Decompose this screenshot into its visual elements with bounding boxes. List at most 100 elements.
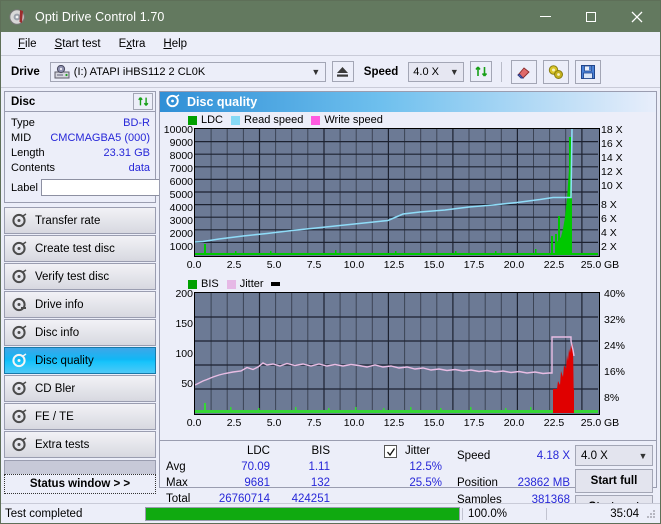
menu-start-test[interactable]: Start test bbox=[46, 36, 110, 52]
erase-button[interactable] bbox=[511, 59, 538, 84]
speed-value: 4.0 X bbox=[413, 65, 439, 78]
legend-label-bis: BIS bbox=[201, 278, 219, 290]
settings-button[interactable] bbox=[543, 59, 570, 84]
status-bar: Test completed 100.0% 35:04 bbox=[1, 503, 660, 523]
sidebar-item-label: CD Bler bbox=[35, 382, 76, 395]
stats-avg-bis: 1.11 bbox=[308, 461, 330, 473]
disc-info-icon bbox=[12, 297, 27, 312]
sidebar-item-verify-test-disc[interactable]: Verify test disc bbox=[4, 263, 156, 290]
stats-panel: LDC BIS Jitter Avg 70.09 1.11 12.5% Max … bbox=[160, 440, 656, 519]
sidebar-item-label: Verify test disc bbox=[35, 270, 110, 283]
menu-file[interactable]: File bbox=[9, 36, 46, 52]
body: Disc Type BD-R MID CMCMAGBA5 (000) Lengt… bbox=[1, 88, 660, 519]
chevron-down-icon[interactable]: ▼ bbox=[634, 451, 652, 461]
bottom-xtick: 12.5 bbox=[383, 417, 405, 429]
menu-extra-label: tra bbox=[132, 37, 146, 50]
top-ytick: 10000 bbox=[163, 124, 193, 136]
nav-list: Transfer rate Create test disc Verify te… bbox=[4, 207, 156, 458]
disc-refresh-button[interactable] bbox=[133, 93, 153, 110]
top-ytick: 2000 bbox=[169, 228, 193, 240]
status-window-button[interactable]: Status window > > bbox=[4, 474, 156, 494]
disc-test-icon bbox=[12, 269, 27, 284]
close-button[interactable] bbox=[614, 1, 660, 32]
test-speed-select[interactable]: 4.0 X ▼ bbox=[575, 445, 653, 466]
minimize-button[interactable] bbox=[522, 1, 568, 32]
sidebar-item-cd-bler[interactable]: CD Bler bbox=[4, 375, 156, 402]
stats-col-ldc: LDC bbox=[246, 445, 270, 457]
top-chart: LDC Read speed Write speed 10000 9000 80… bbox=[160, 112, 656, 278]
bottom-y2tick: 8% bbox=[604, 392, 620, 404]
disc-row-key: Type bbox=[11, 116, 35, 129]
bottom-xtick: 10.0 bbox=[343, 417, 365, 429]
legend-swatch-read-speed bbox=[231, 115, 241, 125]
bottom-y2tick: 16% bbox=[604, 366, 626, 378]
maximize-button[interactable] bbox=[568, 1, 614, 32]
sidebar-item-create-test-disc[interactable]: Create test disc bbox=[4, 235, 156, 262]
legend-swatch-jitter bbox=[226, 279, 236, 289]
legend-marker-extra bbox=[270, 282, 280, 286]
disc-row-value: data bbox=[128, 161, 150, 174]
menu-start-test-label: tart test bbox=[62, 37, 101, 50]
sidebar-item-label: Disc info bbox=[35, 326, 80, 339]
disc-panel: Disc Type BD-R MID CMCMAGBA5 (000) Lengt… bbox=[4, 91, 243, 203]
top-ytick: 7000 bbox=[169, 163, 193, 175]
menu-extra[interactable]: Extra bbox=[110, 36, 155, 52]
disc-row-type: Type BD-R bbox=[11, 115, 150, 130]
disc-row-key: Length bbox=[11, 146, 45, 159]
top-y2tick: 12 X bbox=[601, 166, 623, 178]
menu-help[interactable]: Help bbox=[154, 36, 196, 52]
drive-icon bbox=[54, 64, 70, 79]
drive-label: Drive bbox=[11, 65, 40, 78]
save-button[interactable] bbox=[575, 59, 602, 84]
stats-col-bis: BIS bbox=[311, 445, 330, 457]
sidebar-item-disc-info[interactable]: Disc info bbox=[4, 319, 156, 346]
menu-file-label: ile bbox=[25, 37, 37, 50]
disc-label-row: Label bbox=[11, 177, 243, 198]
sidebar-item-label: Disc quality bbox=[35, 354, 94, 367]
disc-row-key: MID bbox=[11, 131, 32, 144]
start-full-label: Start full bbox=[590, 475, 638, 487]
sidebar-item-drive-info[interactable]: Drive info bbox=[4, 291, 156, 318]
sidebar-item-label: Create test disc bbox=[35, 242, 115, 255]
speed-stat-value: 4.18 X bbox=[536, 450, 570, 462]
sidebar-item-transfer-rate[interactable]: Transfer rate bbox=[4, 207, 156, 234]
refresh-button[interactable] bbox=[470, 61, 493, 82]
disc-row-value: 23.31 GB bbox=[103, 146, 150, 159]
top-y2tick: 4 X bbox=[601, 227, 617, 239]
top-y2tick: 14 X bbox=[601, 152, 623, 164]
sidebar-item-disc-quality[interactable]: Disc quality bbox=[4, 347, 156, 374]
eject-button[interactable] bbox=[331, 61, 354, 82]
legend-swatch-ldc bbox=[188, 115, 197, 125]
top-chart-plot bbox=[194, 128, 600, 257]
top-ytick: 8000 bbox=[169, 150, 193, 162]
status-message: Test completed bbox=[5, 507, 83, 520]
bottom-y2tick: 24% bbox=[604, 340, 626, 352]
start-full-button[interactable]: Start full bbox=[575, 469, 653, 493]
test-speed-value: 4.0 X bbox=[581, 449, 608, 462]
position-label: Position bbox=[457, 477, 498, 489]
progress-bar bbox=[145, 506, 460, 521]
bottom-y2tick: 40% bbox=[604, 288, 626, 300]
top-ytick: 4000 bbox=[169, 202, 193, 214]
sidebar-item-fe-te[interactable]: FE / TE bbox=[4, 403, 156, 430]
resize-grip-icon[interactable] bbox=[645, 508, 657, 520]
bottom-xtick: 5.0 bbox=[266, 417, 282, 429]
chevron-down-icon[interactable]: ▼ bbox=[445, 67, 463, 77]
top-xtick: 15.0 bbox=[423, 259, 445, 271]
disc-test-icon bbox=[12, 241, 27, 256]
sidebar-item-label: FE / TE bbox=[35, 410, 74, 423]
bottom-xtick: 20.0 bbox=[503, 417, 525, 429]
speed-select[interactable]: 4.0 X ▼ bbox=[408, 61, 465, 82]
bottom-xtick: 7.5 bbox=[306, 417, 322, 429]
top-y2tick: 2 X bbox=[601, 241, 617, 253]
speed-label: Speed bbox=[363, 65, 399, 78]
top-ytick: 9000 bbox=[169, 137, 193, 149]
stats-max-bis: 132 bbox=[310, 477, 330, 489]
top-xtick: 2.5 bbox=[226, 259, 242, 271]
top-y2tick: 18 X bbox=[601, 124, 623, 136]
menu-help-label: elp bbox=[171, 37, 188, 50]
jitter-checkbox[interactable] bbox=[384, 445, 397, 458]
chevron-down-icon[interactable]: ▼ bbox=[307, 67, 325, 77]
sidebar-item-extra-tests[interactable]: Extra tests bbox=[4, 431, 156, 458]
drive-select[interactable]: (I:) ATAPI iHBS112 2 CL0K ▼ bbox=[49, 61, 326, 82]
